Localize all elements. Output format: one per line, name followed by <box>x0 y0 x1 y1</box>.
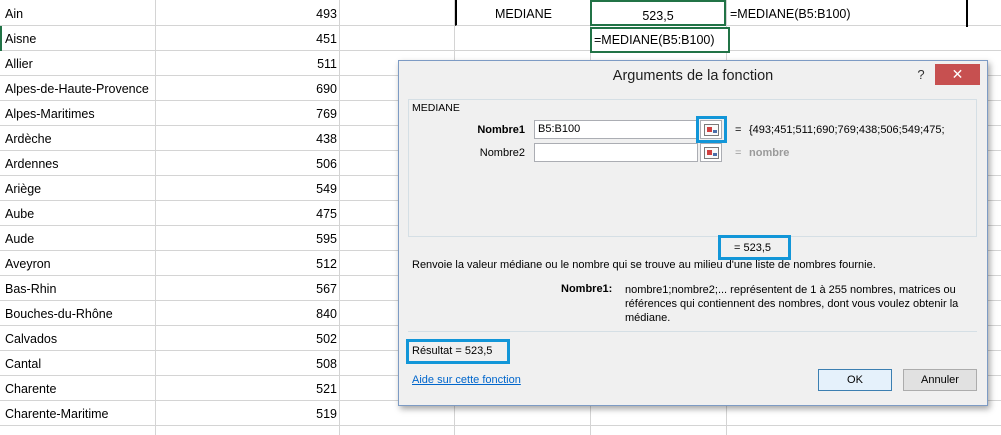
department-value-cell[interactable]: 840 <box>316 301 337 326</box>
department-value-cell[interactable]: 512 <box>316 251 337 276</box>
department-value-cell[interactable]: 438 <box>316 126 337 151</box>
department-name-cell[interactable]: Aisne <box>5 26 36 51</box>
close-button[interactable]: ✕ <box>935 64 980 85</box>
arg1-evaluation: {493;451;511;690;769;438;506;549;475; <box>749 124 945 136</box>
department-name-cell[interactable]: Cantal <box>5 351 41 376</box>
help-icon[interactable]: ? <box>913 66 929 84</box>
function-description: Renvoie la valeur médiane ou le nombre q… <box>412 259 876 271</box>
dialog-title: Arguments de la fonction <box>612 68 774 84</box>
result-label: Résultat = 523,5 <box>412 345 493 357</box>
arg2-label: Nombre2 <box>479 147 525 159</box>
department-name-cell[interactable]: Ain <box>5 1 23 26</box>
function-name-legend: MEDIANE <box>409 102 463 114</box>
formula-result: = 523,5 <box>734 242 772 254</box>
department-value-cell[interactable]: 506 <box>316 151 337 176</box>
department-value-cell[interactable]: 549 <box>316 176 337 201</box>
department-name-cell[interactable]: Ariège <box>5 176 41 201</box>
arg1-input[interactable]: B5:B100 <box>534 120 698 139</box>
department-name-cell[interactable]: Charente-Maritime <box>5 401 109 426</box>
department-name-cell[interactable]: Aube <box>5 201 34 226</box>
department-name-cell[interactable]: Ardèche <box>5 126 52 151</box>
median-label-cell[interactable]: MEDIANE <box>455 0 590 26</box>
department-value-cell[interactable]: 690 <box>316 76 337 101</box>
department-value-cell[interactable]: 567 <box>316 276 337 301</box>
department-value-cell[interactable]: 475 <box>316 201 337 226</box>
department-name-cell[interactable]: Bouches-du-Rhône <box>5 301 113 326</box>
department-name-cell[interactable]: Charente <box>5 376 56 401</box>
table-right-border <box>966 0 968 27</box>
arg1-equals: = <box>735 124 742 136</box>
arg2-input[interactable] <box>534 143 698 162</box>
cancel-button[interactable]: Annuler <box>903 369 977 391</box>
active-row-marker <box>0 26 2 51</box>
department-value-cell[interactable]: 595 <box>316 226 337 251</box>
department-name-cell[interactable]: Calvados <box>5 326 57 351</box>
arg2-evaluation: nombre <box>749 147 790 159</box>
separator <box>408 331 977 332</box>
table-row: Aisne 451 <box>0 26 1001 51</box>
median-value-cell[interactable]: 523,5 <box>590 0 726 26</box>
arg2-collapse-button[interactable] <box>700 143 722 162</box>
highlight-box <box>696 116 727 143</box>
department-name-cell[interactable]: Aveyron <box>5 251 51 276</box>
department-name-cell[interactable]: Bas-Rhin <box>5 276 56 301</box>
department-value-cell[interactable]: 769 <box>316 101 337 126</box>
department-value-cell[interactable]: 508 <box>316 351 337 376</box>
median-formula-cell[interactable]: =MEDIANE(B5:B100) <box>730 0 851 26</box>
department-name-cell[interactable]: Alpes-de-Haute-Provence <box>5 76 149 101</box>
department-name-cell[interactable]: Alpes-Maritimes <box>5 101 95 126</box>
department-value-cell[interactable]: 521 <box>316 376 337 401</box>
department-value-cell[interactable]: 493 <box>316 1 337 26</box>
ok-button[interactable]: OK <box>818 369 892 391</box>
department-value-cell[interactable]: 502 <box>316 326 337 351</box>
department-name-cell[interactable]: Aude <box>5 226 34 251</box>
range-select-icon <box>704 147 719 159</box>
department-value-cell[interactable]: 511 <box>317 51 337 76</box>
department-value-cell[interactable]: 451 <box>316 26 337 51</box>
arg2-equals: = <box>735 147 742 159</box>
function-arguments-dialog: Arguments de la fonction ? ✕ MEDIANE Nom… <box>398 60 988 406</box>
department-name-cell[interactable]: Ardennes <box>5 151 59 176</box>
department-name-cell[interactable]: Allier <box>5 51 33 76</box>
arg1-label: Nombre1 <box>477 124 525 136</box>
help-link[interactable]: Aide sur cette fonction <box>412 374 521 386</box>
param-description: nombre1;nombre2;... représentent de 1 à … <box>625 284 959 324</box>
formula-edit-cell[interactable]: =MEDIANE(B5:B100) <box>590 27 730 53</box>
param-name: Nombre1: <box>561 283 613 295</box>
department-value-cell[interactable]: 519 <box>316 401 337 426</box>
